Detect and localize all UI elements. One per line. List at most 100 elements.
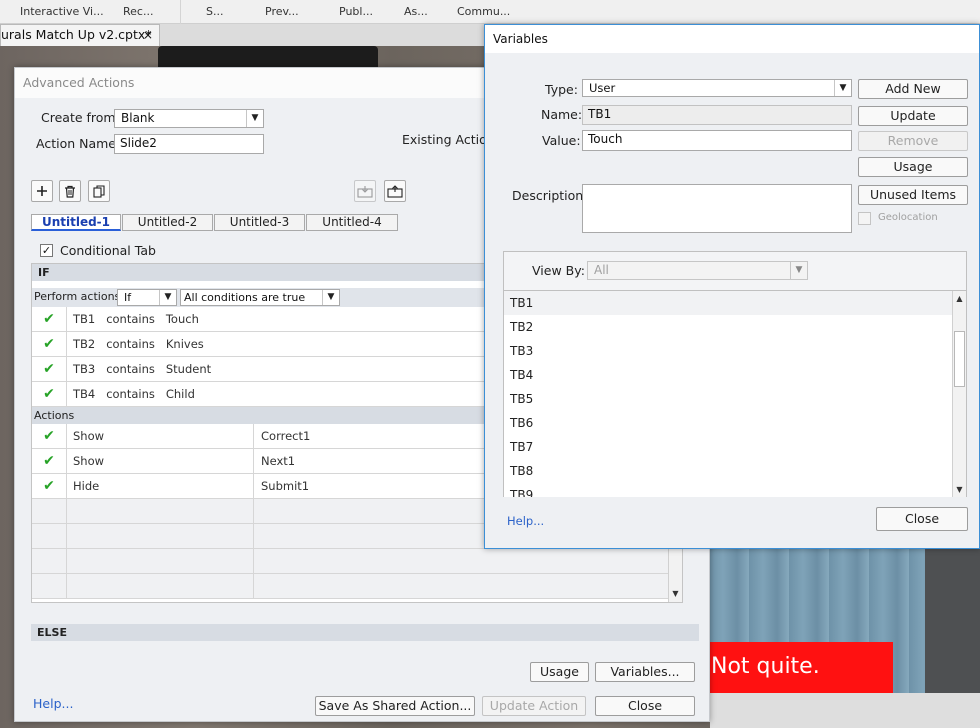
delete-action-button[interactable] bbox=[59, 180, 81, 202]
else-section-header: ELSE bbox=[31, 624, 699, 641]
import-action-button[interactable] bbox=[354, 180, 376, 202]
condition-variable: TB1 bbox=[73, 312, 96, 326]
tab-untitled-2[interactable]: Untitled-2 bbox=[122, 214, 213, 231]
list-item[interactable]: TB7 bbox=[504, 435, 952, 459]
row-gutter bbox=[32, 574, 67, 598]
tab-untitled-3[interactable]: Untitled-3 bbox=[214, 214, 305, 231]
menu-publish[interactable]: Publ... bbox=[339, 5, 373, 18]
chevron-up-icon[interactable]: ▲ bbox=[953, 292, 966, 305]
geolocation-checkbox[interactable] bbox=[858, 212, 871, 225]
geolocation-label: Geolocation bbox=[878, 212, 938, 223]
list-item[interactable]: TB5 bbox=[504, 387, 952, 411]
variables-list-panel: View By: All ▼ TB1 TB2 TB3 TB4 TB5 TB6 T… bbox=[503, 251, 967, 497]
value-label: Value: bbox=[542, 133, 581, 148]
check-icon: ✔ bbox=[32, 382, 67, 406]
perform-mode-value: If bbox=[124, 291, 132, 304]
action-name-label: Action Name: bbox=[36, 136, 121, 151]
condition-operator: contains bbox=[106, 362, 155, 376]
check-icon: ✔ bbox=[32, 307, 67, 331]
row-gutter bbox=[32, 499, 67, 523]
type-select[interactable]: User ▼ bbox=[582, 79, 852, 97]
feedback-caption: Not quite. bbox=[709, 642, 893, 694]
row-gutter bbox=[32, 524, 67, 548]
close-icon[interactable]: × bbox=[143, 25, 153, 45]
conditional-tab-checkbox[interactable]: ✓ bbox=[40, 244, 53, 257]
chevron-down-icon: ▼ bbox=[834, 80, 851, 96]
condition-operator: contains bbox=[106, 387, 155, 401]
create-from-value: Blank bbox=[121, 111, 155, 125]
list-item[interactable]: TB3 bbox=[504, 339, 952, 363]
top-menubar: Interactive Vi... Rec... S... Prev... Pu… bbox=[0, 0, 980, 24]
variables-dialog: Variables Type: User ▼ Name: TB1 Value: … bbox=[484, 24, 980, 549]
row-gutter bbox=[32, 549, 67, 573]
description-label: Description: bbox=[512, 188, 588, 203]
menu-separator bbox=[180, 0, 181, 24]
view-by-select[interactable]: All ▼ bbox=[587, 261, 808, 280]
action-name-input[interactable]: Slide2 bbox=[114, 134, 264, 154]
help-link[interactable]: Help... bbox=[33, 696, 73, 711]
export-icon bbox=[387, 184, 403, 198]
menu-preview[interactable]: Prev... bbox=[265, 5, 299, 18]
condition-value: Student bbox=[165, 362, 212, 376]
name-label: Name: bbox=[541, 107, 583, 122]
action-verb: Show bbox=[73, 429, 105, 443]
empty-action-row[interactable] bbox=[32, 549, 682, 574]
list-item[interactable]: TB4 bbox=[504, 363, 952, 387]
export-action-button[interactable] bbox=[384, 180, 406, 202]
list-item[interactable]: TB8 bbox=[504, 459, 952, 483]
list-item[interactable]: TB1 bbox=[504, 291, 952, 315]
tab-untitled-4[interactable]: Untitled-4 bbox=[306, 214, 398, 231]
check-icon: ✔ bbox=[32, 449, 67, 473]
perform-mode-select[interactable]: If ▼ bbox=[117, 289, 177, 306]
update-button[interactable]: Update bbox=[858, 106, 968, 126]
chevron-down-icon[interactable]: ▼ bbox=[953, 483, 966, 496]
variables-button[interactable]: Variables... bbox=[595, 662, 695, 682]
duplicate-icon bbox=[92, 184, 105, 198]
remove-button[interactable]: Remove bbox=[858, 131, 968, 151]
create-from-label: Create from: bbox=[41, 110, 120, 125]
empty-action-row[interactable] bbox=[32, 574, 682, 599]
update-action-button[interactable]: Update Action bbox=[482, 696, 586, 716]
bottom-bar bbox=[710, 693, 980, 728]
menu-save[interactable]: S... bbox=[206, 5, 223, 18]
scroll-thumb[interactable] bbox=[954, 331, 965, 387]
create-from-select[interactable]: Blank ▼ bbox=[114, 109, 264, 128]
description-input[interactable] bbox=[582, 184, 852, 233]
duplicate-action-button[interactable] bbox=[88, 180, 110, 202]
close-button[interactable]: Close bbox=[595, 696, 695, 716]
menu-community[interactable]: Commu... bbox=[457, 5, 510, 18]
list-item[interactable]: TB9 bbox=[504, 483, 952, 497]
view-by-label: View By: bbox=[532, 263, 585, 278]
save-as-shared-action-button[interactable]: Save As Shared Action... bbox=[315, 696, 475, 716]
close-button[interactable]: Close bbox=[876, 507, 968, 531]
chevron-down-icon: ▼ bbox=[790, 262, 807, 279]
condition-mode-value: All conditions are true bbox=[184, 291, 306, 304]
list-item[interactable]: TB2 bbox=[504, 315, 952, 339]
usage-button[interactable]: Usage bbox=[858, 157, 968, 177]
name-field: TB1 bbox=[582, 105, 852, 125]
unused-items-button[interactable]: Unused Items bbox=[858, 185, 968, 205]
type-value: User bbox=[589, 81, 616, 95]
menu-record[interactable]: Rec... bbox=[123, 5, 153, 18]
condition-mode-select[interactable]: All conditions are true ▼ bbox=[180, 289, 340, 306]
list-scrollbar[interactable]: ▲ ▼ bbox=[952, 291, 966, 497]
tab-untitled-1[interactable]: Untitled-1 bbox=[31, 214, 121, 231]
add-action-button[interactable] bbox=[31, 180, 53, 202]
chevron-down-icon: ▼ bbox=[159, 290, 176, 305]
action-verb: Hide bbox=[73, 479, 100, 493]
condition-operator: contains bbox=[106, 312, 155, 326]
check-icon: ✔ bbox=[32, 424, 67, 448]
trash-icon bbox=[65, 185, 75, 198]
value-input[interactable]: Touch bbox=[582, 130, 852, 151]
menu-interactive-video[interactable]: Interactive Vi... bbox=[20, 5, 104, 18]
add-new-button[interactable]: Add New bbox=[858, 79, 968, 99]
document-tab[interactable]: urals Match Up v2.cptx* × bbox=[0, 24, 160, 46]
list-item[interactable]: TB6 bbox=[504, 411, 952, 435]
usage-button[interactable]: Usage bbox=[530, 662, 589, 682]
row-cell bbox=[253, 574, 682, 598]
menu-assets[interactable]: As... bbox=[404, 5, 428, 18]
chevron-down-icon[interactable]: ▼ bbox=[669, 587, 682, 600]
document-tab-title: urals Match Up v2.cptx* bbox=[1, 27, 152, 42]
help-link[interactable]: Help... bbox=[507, 514, 544, 528]
condition-value: Touch bbox=[165, 312, 199, 326]
